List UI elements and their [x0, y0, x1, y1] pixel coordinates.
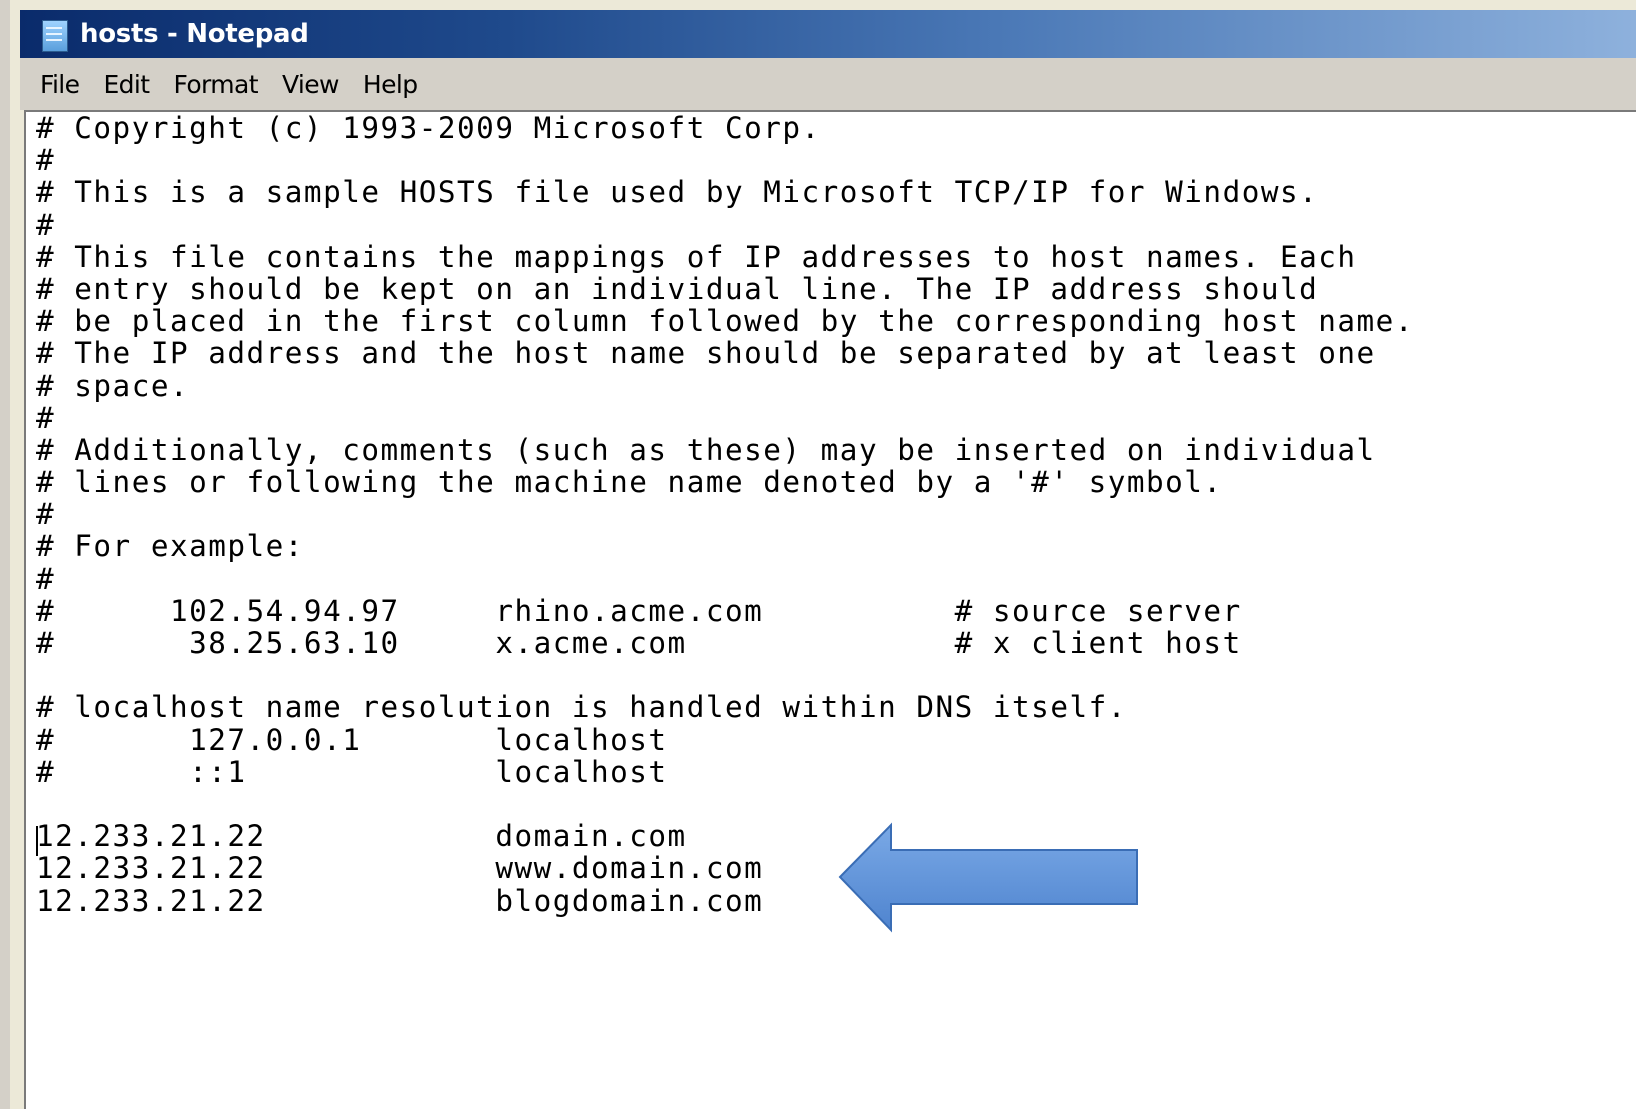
- editor-line: #: [36, 207, 56, 242]
- editor-line: # 127.0.0.1 localhost: [36, 722, 668, 757]
- editor-line: # be placed in the first column followed…: [36, 304, 1414, 339]
- text-editor[interactable]: # Copyright (c) 1993-2009 Microsoft Corp…: [24, 110, 1636, 1109]
- notepad-icon[interactable]: [38, 17, 72, 52]
- editor-line: #: [36, 143, 56, 178]
- left-arrow-icon: [838, 822, 1138, 933]
- editor-line: # 102.54.94.97 rhino.acme.com # source s…: [36, 593, 1242, 628]
- menu-view[interactable]: View: [270, 70, 351, 99]
- editor-line: # ::1 localhost: [36, 754, 668, 789]
- editor-line: # For example:: [36, 529, 304, 564]
- editor-line: #: [36, 400, 56, 435]
- editor-line: # This file contains the mappings of IP …: [36, 239, 1357, 274]
- editor-line: # The IP address and the host name shoul…: [36, 336, 1376, 371]
- title-bar[interactable]: hosts - Notepad: [20, 10, 1636, 58]
- editor-line: # space.: [36, 368, 190, 403]
- editor-text[interactable]: # Copyright (c) 1993-2009 Microsoft Corp…: [36, 112, 1414, 917]
- editor-line: 12.233.21.22 domain.com: [36, 819, 687, 854]
- editor-line: # entry should be kept on an individual …: [36, 271, 1319, 306]
- editor-line: # lines or following the machine name de…: [36, 465, 1223, 500]
- menu-file[interactable]: File: [20, 70, 91, 99]
- menu-bar: File Edit Format View Help: [20, 58, 1636, 110]
- menu-help[interactable]: Help: [351, 70, 430, 99]
- editor-line: #: [36, 561, 56, 596]
- window-title: hosts - Notepad: [80, 19, 309, 49]
- editor-line: 12.233.21.22 www.domain.com: [36, 851, 764, 886]
- editor-line: # Copyright (c) 1993-2009 Microsoft Corp…: [36, 111, 821, 145]
- notepad-window: hosts - Notepad File Edit Format View He…: [0, 0, 1636, 1109]
- editor-line: # Additionally, comments (such as these)…: [36, 432, 1376, 467]
- menu-format[interactable]: Format: [161, 70, 270, 99]
- editor-line: #: [36, 497, 56, 532]
- editor-line: # 38.25.63.10 x.acme.com # x client host: [36, 626, 1242, 660]
- text-caret: [36, 826, 38, 856]
- editor-line: # localhost name resolution is handled w…: [36, 690, 1127, 725]
- menu-edit[interactable]: Edit: [91, 70, 161, 99]
- editor-line: # This is a sample HOSTS file used by Mi…: [36, 175, 1319, 210]
- editor-line: 12.233.21.22 blogdomain.com: [36, 883, 764, 918]
